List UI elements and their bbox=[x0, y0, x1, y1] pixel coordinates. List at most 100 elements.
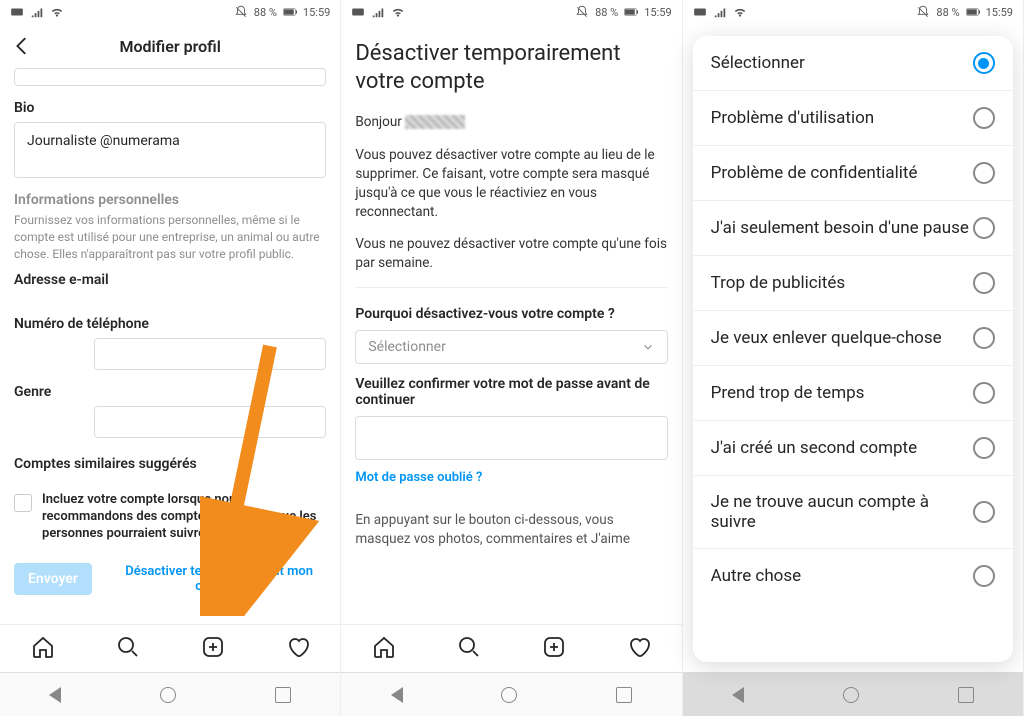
reason-option[interactable]: Problème de confidentialité bbox=[693, 146, 1013, 201]
radio-icon[interactable] bbox=[973, 217, 995, 239]
page-title: Modifier profil bbox=[0, 37, 340, 56]
mute-icon bbox=[234, 5, 248, 19]
gender-label: Genre bbox=[14, 384, 326, 400]
reason-option[interactable]: J'ai créé un second compte bbox=[693, 421, 1013, 476]
deactivate-content: Désactiver temporairement votre compte B… bbox=[341, 24, 681, 622]
status-bar: 88 % 15:59 bbox=[683, 0, 1023, 24]
mute-icon bbox=[916, 5, 930, 19]
home-icon[interactable] bbox=[31, 635, 55, 663]
add-post-icon[interactable] bbox=[201, 635, 225, 663]
radio-icon[interactable] bbox=[973, 272, 995, 294]
battery-text: 88 % bbox=[936, 6, 959, 19]
nav-recents-icon[interactable] bbox=[616, 687, 632, 703]
activity-icon[interactable] bbox=[627, 635, 651, 663]
reason-option[interactable]: Sélectionner bbox=[693, 36, 1013, 91]
reason-option[interactable]: Je ne trouve aucun compte à suivre bbox=[693, 476, 1013, 549]
reason-option-label: Autre chose bbox=[711, 566, 802, 586]
time-text: 15:59 bbox=[986, 6, 1013, 19]
reason-option[interactable]: Prend trop de temps bbox=[693, 366, 1013, 421]
nav-home-icon[interactable] bbox=[843, 687, 859, 703]
forgot-password-link[interactable]: Mot de passe oublié ? bbox=[355, 470, 667, 485]
volte-icon bbox=[351, 5, 365, 19]
bio-label: Bio bbox=[14, 100, 326, 116]
personal-info-helper: Fournissez vos informations personnelles… bbox=[14, 212, 326, 262]
nav-recents-icon[interactable] bbox=[275, 687, 291, 703]
pane-reason-modal: 88 % 15:59 Sélectionner Problème d'utilis… bbox=[683, 0, 1024, 716]
reason-options-sheet: Sélectionner Problème d'utilisation Problè… bbox=[693, 36, 1013, 662]
redacted-username bbox=[405, 115, 465, 129]
prev-field-clip[interactable] bbox=[14, 68, 326, 86]
radio-icon[interactable] bbox=[973, 565, 995, 587]
reason-option-label: Trop de publicités bbox=[711, 273, 846, 293]
search-icon[interactable] bbox=[116, 635, 140, 663]
confirm-password-label: Veuillez confirmer votre mot de passe av… bbox=[355, 376, 667, 408]
reason-option[interactable]: Je veux enlever quelque-chose bbox=[693, 311, 1013, 366]
signal-icon bbox=[371, 5, 385, 19]
home-icon[interactable] bbox=[372, 635, 396, 663]
profile-form: Bio Journaliste @numerama Informations p… bbox=[0, 68, 340, 622]
radio-icon[interactable] bbox=[973, 52, 995, 74]
deactivate-para1: Vous pouvez désactiver votre compte au l… bbox=[355, 146, 667, 222]
footer-paragraph: En appuyant sur le bouton ci-dessous, vo… bbox=[355, 511, 667, 549]
back-button[interactable] bbox=[8, 32, 36, 60]
battery-text: 88 % bbox=[595, 6, 618, 19]
radio-icon[interactable] bbox=[973, 162, 995, 184]
battery-icon bbox=[966, 5, 980, 19]
android-nav-bar bbox=[0, 672, 340, 716]
reason-option-label: J'ai seulement besoin d'une pause bbox=[711, 218, 969, 238]
reason-option[interactable]: Autre chose bbox=[693, 549, 1013, 603]
reason-option-label: J'ai créé un second compte bbox=[711, 438, 917, 458]
reason-option-label: Je ne trouve aucun compte à suivre bbox=[711, 492, 973, 532]
search-icon[interactable] bbox=[457, 635, 481, 663]
reason-option-label: Problème d'utilisation bbox=[711, 108, 875, 128]
checkbox-icon[interactable] bbox=[14, 494, 32, 512]
similar-accounts-checkbox-row[interactable]: Incluez votre compte lorsque nous recomm… bbox=[14, 492, 326, 543]
radio-icon[interactable] bbox=[973, 107, 995, 129]
battery-icon bbox=[283, 5, 297, 19]
wifi-icon bbox=[50, 5, 64, 19]
header: Modifier profil bbox=[0, 24, 340, 68]
tab-bar bbox=[341, 624, 681, 672]
status-bar: 88 % 15:59 bbox=[0, 0, 340, 24]
reason-select[interactable]: Sélectionner bbox=[355, 330, 667, 364]
activity-icon[interactable] bbox=[286, 635, 310, 663]
deactivate-link[interactable]: Désactiver temporairement mon compte. bbox=[112, 564, 326, 594]
battery-icon bbox=[624, 5, 638, 19]
wifi-icon bbox=[391, 5, 405, 19]
reason-option-label: Prend trop de temps bbox=[711, 383, 865, 403]
nav-home-icon[interactable] bbox=[160, 687, 176, 703]
radio-icon[interactable] bbox=[973, 382, 995, 404]
similar-accounts-text: Incluez votre compte lorsque nous recomm… bbox=[42, 492, 326, 543]
reason-option[interactable]: Problème d'utilisation bbox=[693, 91, 1013, 146]
signal-icon bbox=[713, 5, 727, 19]
gender-input[interactable] bbox=[94, 406, 326, 438]
nav-back-icon[interactable] bbox=[49, 687, 61, 703]
personal-info-heading: Informations personnelles bbox=[14, 192, 326, 208]
time-text: 15:59 bbox=[644, 6, 671, 19]
add-post-icon[interactable] bbox=[542, 635, 566, 663]
wifi-icon bbox=[733, 5, 747, 19]
greeting-line: Bonjour bbox=[355, 113, 667, 132]
reason-label: Pourquoi désactivez-vous votre compte ? bbox=[355, 306, 667, 322]
reason-option[interactable]: Trop de publicités bbox=[693, 256, 1013, 311]
phone-input[interactable] bbox=[94, 338, 326, 370]
volte-icon bbox=[693, 5, 707, 19]
nav-recents-icon[interactable] bbox=[958, 687, 974, 703]
select-placeholder: Sélectionner bbox=[368, 339, 446, 355]
battery-text: 88 % bbox=[254, 6, 277, 19]
deactivate-title: Désactiver temporairement votre compte bbox=[355, 40, 667, 95]
chevron-down-icon bbox=[641, 340, 655, 354]
reason-option-label: Sélectionner bbox=[711, 53, 805, 73]
radio-icon[interactable] bbox=[973, 501, 995, 523]
radio-icon[interactable] bbox=[973, 327, 995, 349]
password-input[interactable] bbox=[355, 416, 667, 460]
nav-back-icon[interactable] bbox=[391, 687, 403, 703]
submit-button[interactable]: Envoyer bbox=[14, 563, 92, 595]
deactivate-para2: Vous ne pouvez désactiver votre compte q… bbox=[355, 235, 667, 273]
reason-option[interactable]: J'ai seulement besoin d'une pause bbox=[693, 201, 1013, 256]
radio-icon[interactable] bbox=[973, 437, 995, 459]
bio-input[interactable]: Journaliste @numerama bbox=[14, 122, 326, 178]
nav-home-icon[interactable] bbox=[501, 687, 517, 703]
nav-back-icon[interactable] bbox=[732, 687, 744, 703]
tab-bar bbox=[0, 624, 340, 672]
